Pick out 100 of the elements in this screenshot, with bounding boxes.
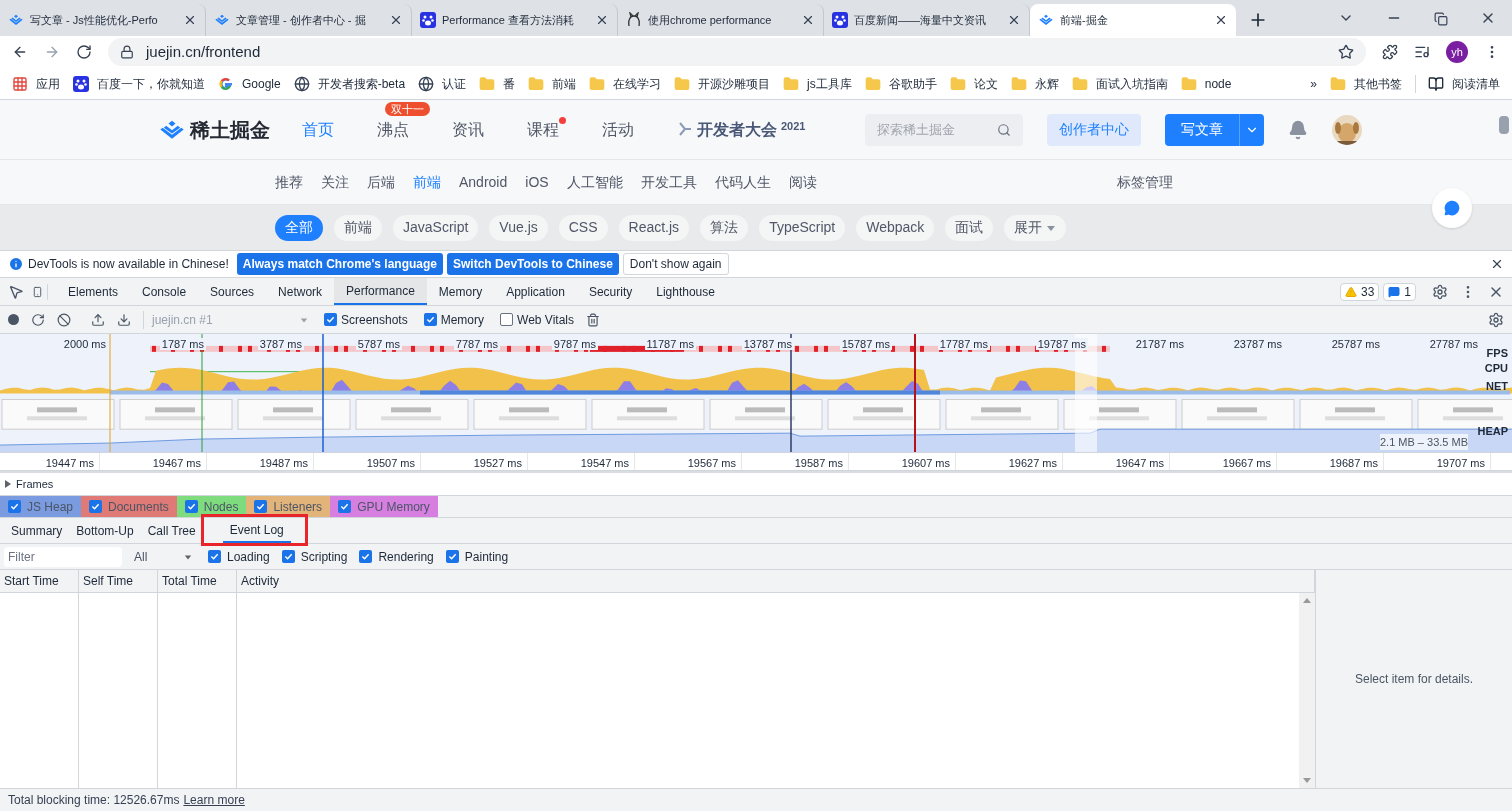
settings-icon[interactable] bbox=[1432, 283, 1448, 300]
reload-icon[interactable] bbox=[76, 44, 92, 60]
write-article-button[interactable]: 写文章 bbox=[1165, 113, 1241, 146]
checkbox[interactable] bbox=[89, 500, 103, 513]
upload-icon[interactable] bbox=[91, 312, 105, 327]
bookmark-item[interactable]: 开发者搜索-beta bbox=[293, 74, 406, 93]
devtools-tab[interactable]: Elements bbox=[56, 278, 131, 305]
reload-profile-icon[interactable] bbox=[31, 312, 45, 327]
clear-icon[interactable] bbox=[57, 312, 71, 327]
site-nav-link[interactable]: 资讯 bbox=[452, 117, 491, 142]
notification-bell-icon[interactable] bbox=[1288, 119, 1309, 140]
devtools-tab[interactable]: Performance bbox=[334, 278, 427, 305]
bookmark-item[interactable]: 前端 bbox=[528, 74, 577, 93]
site-nav-link[interactable]: 首页 bbox=[302, 117, 341, 142]
category-select[interactable]: All bbox=[134, 547, 192, 566]
category-filter-checkbox-label[interactable]: Rendering bbox=[359, 547, 434, 566]
tag-chip[interactable]: Webpack bbox=[856, 214, 935, 241]
detail-tab[interactable]: Event Log bbox=[222, 518, 291, 543]
infobar-button[interactable]: Switch DevTools to Chinese bbox=[447, 253, 619, 275]
column-header[interactable]: Total Time bbox=[158, 570, 237, 592]
detail-tab[interactable]: Bottom-Up bbox=[69, 518, 141, 543]
checkbox[interactable] bbox=[254, 500, 268, 513]
expand-tags-button[interactable]: 展开 bbox=[1004, 214, 1067, 241]
tag-chip[interactable]: 面试 bbox=[945, 214, 994, 241]
category-link[interactable]: 后端 bbox=[367, 171, 395, 193]
checkbox[interactable] bbox=[445, 550, 459, 563]
option-checkbox-label[interactable]: Web Vitals bbox=[500, 310, 574, 329]
tag-chip[interactable]: React.js bbox=[618, 214, 690, 241]
bookmark-item[interactable]: 在线学习 bbox=[589, 74, 662, 93]
tag-chip[interactable]: JavaScript bbox=[393, 214, 479, 241]
devtools-tab[interactable]: Lighthouse bbox=[644, 278, 727, 305]
tag-chip[interactable]: CSS bbox=[558, 214, 608, 241]
checkbox[interactable] bbox=[208, 550, 221, 563]
bookmark-item[interactable]: 谷歌助手 bbox=[864, 74, 937, 93]
frames-track-label[interactable]: Frames bbox=[16, 475, 54, 492]
close-icon[interactable] bbox=[1214, 13, 1228, 27]
bookmark-item[interactable]: Google bbox=[218, 74, 281, 93]
extensions-icon[interactable] bbox=[1382, 44, 1398, 60]
option-checkbox-label[interactable]: Screenshots bbox=[324, 310, 408, 329]
devtools-tab[interactable]: Memory bbox=[426, 278, 495, 305]
bookmark-item[interactable]: 番 bbox=[479, 74, 516, 93]
reading-list[interactable]: 阅读清单 bbox=[1415, 74, 1500, 93]
bookmark-item[interactable]: js工具库 bbox=[783, 74, 852, 93]
infobar-button[interactable]: Don't show again bbox=[622, 253, 729, 275]
checkbox[interactable] bbox=[359, 550, 373, 563]
checkbox[interactable] bbox=[500, 313, 514, 326]
close-icon[interactable] bbox=[183, 13, 197, 27]
tag-chip[interactable]: Vue.js bbox=[489, 214, 548, 241]
devtools-tab[interactable]: Application bbox=[494, 278, 577, 305]
checkbox[interactable] bbox=[281, 550, 295, 563]
devtools-tab[interactable]: Console bbox=[130, 278, 199, 305]
category-link[interactable]: iOS bbox=[525, 171, 549, 193]
bookmark-item[interactable]: node bbox=[1180, 74, 1232, 93]
detail-tab[interactable]: Summary bbox=[4, 518, 70, 543]
back-icon[interactable] bbox=[12, 44, 28, 60]
record-button[interactable] bbox=[8, 314, 19, 325]
restore-icon[interactable] bbox=[1434, 12, 1448, 26]
capture-settings-icon[interactable] bbox=[1488, 311, 1504, 328]
close-icon[interactable] bbox=[389, 13, 403, 27]
write-dropdown-button[interactable] bbox=[1240, 113, 1265, 146]
column-header[interactable]: Self Time bbox=[79, 570, 158, 592]
category-link[interactable]: 前端 bbox=[413, 171, 441, 193]
site-nav-link[interactable]: 活动 bbox=[602, 117, 641, 142]
devtools-tab[interactable]: Network bbox=[266, 278, 335, 305]
category-link[interactable]: 开发工具 bbox=[640, 171, 697, 193]
bookmark-item[interactable]: 其他书签 bbox=[1330, 74, 1402, 93]
option-checkbox-label[interactable]: Memory bbox=[423, 310, 485, 329]
trash-icon[interactable] bbox=[585, 312, 600, 327]
filter-field[interactable]: Filter bbox=[4, 546, 122, 567]
category-link[interactable]: Android bbox=[459, 171, 508, 193]
category-link[interactable]: 阅读 bbox=[788, 171, 817, 193]
category-link[interactable]: 推荐 bbox=[275, 171, 303, 193]
checkbox[interactable] bbox=[324, 313, 337, 326]
tag-chip[interactable]: 前端 bbox=[334, 214, 382, 241]
category-filter-checkbox-label[interactable]: Scripting bbox=[281, 547, 348, 566]
site-logo-text[interactable]: 稀土掘金 bbox=[190, 114, 270, 145]
checkbox[interactable] bbox=[8, 500, 21, 513]
checkbox[interactable] bbox=[338, 500, 352, 513]
bookmark-star-icon[interactable] bbox=[1338, 44, 1354, 60]
more-bookmarks-chevron[interactable]: » bbox=[1310, 74, 1317, 93]
inspect-icon[interactable] bbox=[8, 283, 24, 300]
site-nav-link[interactable]: 沸点 bbox=[377, 117, 416, 142]
column-header[interactable]: Start Time bbox=[0, 570, 79, 592]
profile-avatar[interactable]: yh bbox=[1446, 41, 1468, 63]
checkbox[interactable] bbox=[423, 313, 437, 326]
download-icon[interactable] bbox=[117, 312, 131, 327]
column-header[interactable]: Activity bbox=[237, 570, 1315, 592]
media-icon[interactable] bbox=[1414, 44, 1430, 60]
category-link[interactable]: 关注 bbox=[321, 171, 349, 193]
warnings-badge[interactable]: 33 bbox=[1339, 282, 1380, 301]
tag-chip[interactable]: 全部 bbox=[275, 214, 323, 241]
browser-tab[interactable]: 前端-掘金 bbox=[1030, 4, 1236, 36]
detail-tab[interactable]: Call Tree bbox=[140, 518, 203, 543]
page-scrollbar[interactable] bbox=[1499, 116, 1509, 134]
expand-triangle-icon[interactable] bbox=[4, 479, 12, 488]
devtools-tab[interactable]: Security bbox=[576, 278, 645, 305]
bookmark-item[interactable]: 百度一下，你就知道 bbox=[73, 74, 205, 93]
tag-manage-link[interactable]: 标签管理 bbox=[1116, 171, 1173, 193]
bookmark-item[interactable]: 永辉 bbox=[1010, 74, 1059, 93]
category-link[interactable]: 代码人生 bbox=[714, 171, 771, 193]
